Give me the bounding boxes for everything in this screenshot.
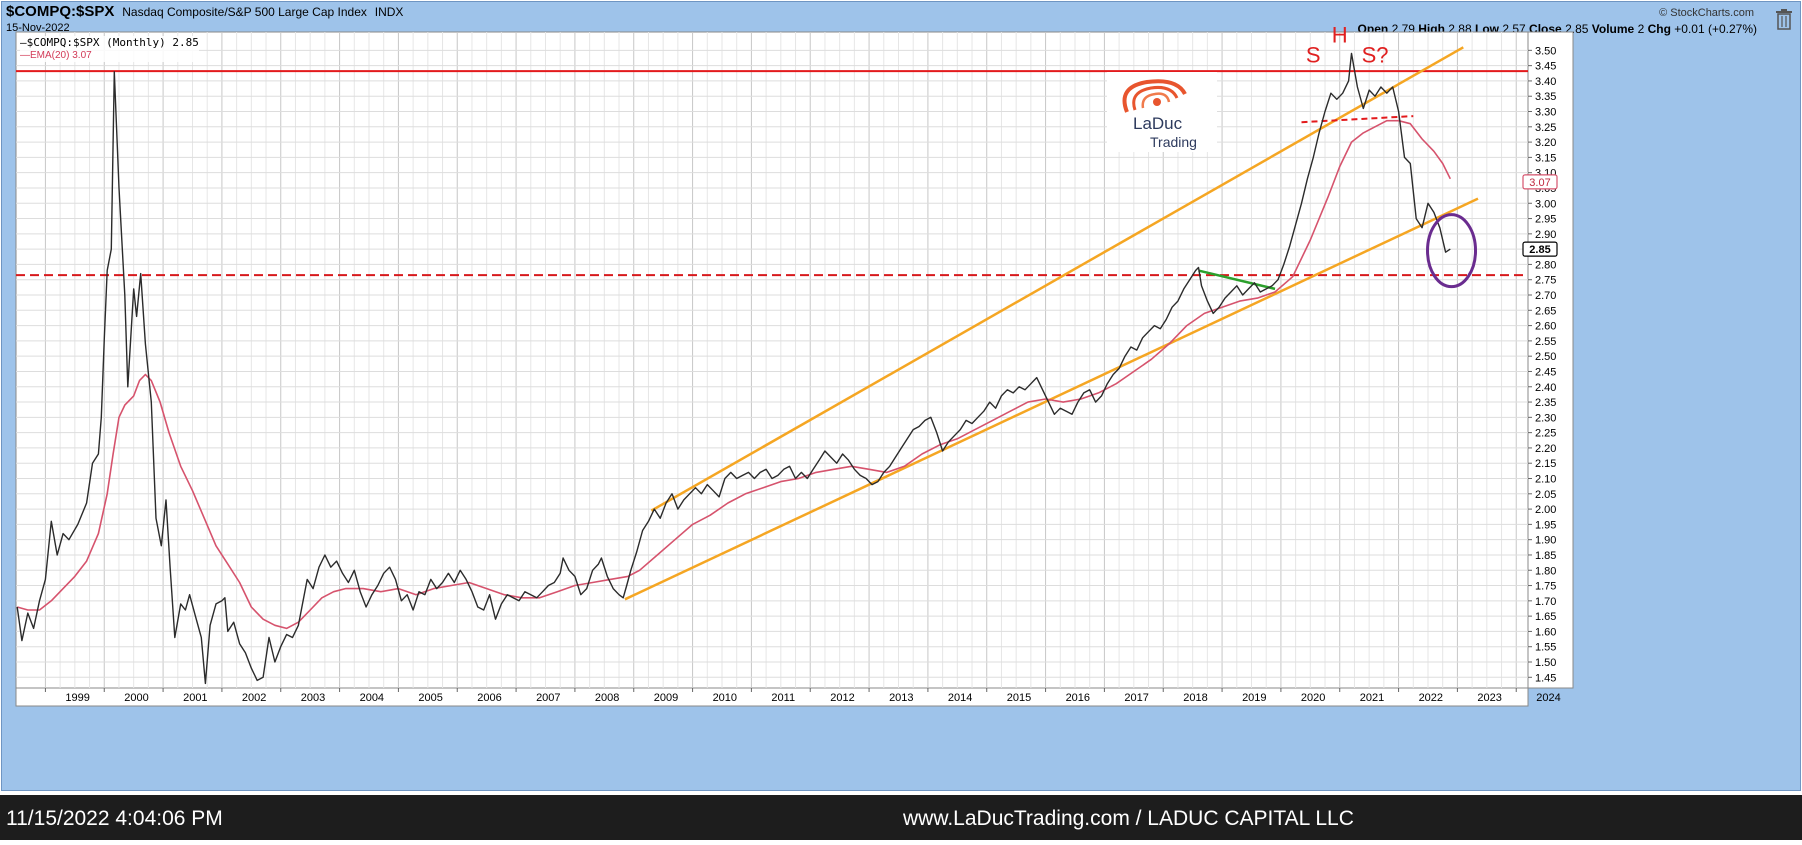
x-tick-label: 2001 (183, 692, 207, 704)
x-tick-label: 2013 (889, 692, 913, 704)
x-tick-label: 2011 (771, 692, 795, 704)
y-tick-label: 1.80 (1535, 565, 1556, 577)
x-tick-label: 2022 (1419, 692, 1443, 704)
annotation-h: H (1332, 23, 1348, 48)
annotation-s: S (1306, 43, 1321, 68)
x-tick-label: 2002 (242, 692, 266, 704)
y-tick-label: 2.30 (1535, 412, 1556, 424)
x-tick-label: 2021 (1360, 692, 1384, 704)
x-tick-label: 2014 (948, 692, 972, 704)
status-bar: 11/15/2022 4:04:06 PM www.LaDucTrading.c… (0, 795, 1802, 840)
y-tick-label: 2.70 (1535, 290, 1556, 302)
x-tick-label: 2019 (1242, 692, 1266, 704)
y-tick-label: 2.95 (1535, 214, 1556, 226)
x-tick-label: 2000 (124, 692, 148, 704)
y-tick-label: 1.90 (1535, 535, 1556, 547)
annotation-sq: S? (1362, 43, 1389, 68)
y-tick-label: 1.75 (1535, 581, 1556, 593)
x-tick-label: 2017 (1124, 692, 1148, 704)
logo-text-laduc: LaDuc (1133, 114, 1183, 133)
x-tick-label: 2018 (1183, 692, 1207, 704)
y-tick-label: 1.60 (1535, 626, 1556, 638)
value-badge-label: 2.85 (1529, 244, 1550, 256)
y-tick-label: 2.80 (1535, 259, 1556, 271)
y-tick-label: 2.00 (1535, 504, 1556, 516)
y-tick-label: 3.25 (1535, 122, 1556, 134)
legend-main-series: —$COMPQ:$SPX (Monthly) 2.85 (20, 36, 199, 49)
y-tick-label: 1.55 (1535, 642, 1556, 654)
y-tick-label: 3.50 (1535, 45, 1556, 57)
chart-svg: 1.45 1.50 1.55 1.60 1.65 1.70 1.75 1.80 1.85 1.90… (15, 23, 1574, 707)
y-tick-label: 3.20 (1535, 137, 1556, 149)
status-site-credit: www.LaDucTrading.com / LADUC CAPITAL LLC (903, 807, 1354, 830)
y-tick-label: 2.50 (1535, 351, 1556, 363)
x-tick-label: 2023 (1477, 692, 1501, 704)
laduc-logo: LaDuc Trading (1107, 72, 1217, 152)
status-timestamp: 11/15/2022 4:04:06 PM (6, 807, 223, 830)
y-tick-label: 2.20 (1535, 443, 1556, 455)
y-tick-label: 2.45 (1535, 366, 1556, 378)
chart-legend: —$COMPQ:$SPX (Monthly) 2.85 —EMA(20) 3.0… (20, 36, 199, 62)
x-tick-label: 2024 (1536, 692, 1560, 704)
y-tick-label: 1.70 (1535, 596, 1556, 608)
y-tick-label: 2.15 (1535, 458, 1556, 470)
y-tick-label: 2.90 (1535, 229, 1556, 241)
x-tick-label: 2003 (301, 692, 325, 704)
x-tick-label: 2020 (1301, 692, 1325, 704)
y-tick-label: 1.95 (1535, 519, 1556, 531)
y-tick-label: 3.30 (1535, 107, 1556, 119)
x-tick-label: 2015 (1007, 692, 1031, 704)
x-tick-label: 2005 (418, 692, 442, 704)
app-root: $COMPQ:$SPX Nasdaq Composite/S&P 500 Lar… (0, 0, 1802, 845)
legend-ema-series: —EMA(20) 3.07 (20, 50, 92, 61)
x-tick-label: 2007 (536, 692, 560, 704)
x-tick-label: 2004 (360, 692, 384, 704)
y-tick-label: 1.65 (1535, 611, 1556, 623)
y-tick-label: 2.65 (1535, 305, 1556, 317)
y-tick-label: 2.05 (1535, 489, 1556, 501)
y-tick-label: 3.15 (1535, 152, 1556, 164)
y-tick-label: 2.75 (1535, 275, 1556, 287)
x-tick-label: 2012 (830, 692, 854, 704)
y-tick-label: 3.00 (1535, 198, 1556, 210)
y-tick-label: 2.55 (1535, 336, 1556, 348)
x-tick-label: 2006 (477, 692, 501, 704)
x-tick-label: 2016 (1066, 692, 1090, 704)
legend-ema-line-icon: — (20, 50, 30, 61)
x-tick-label: 2009 (654, 692, 678, 704)
y-tick-label: 1.50 (1535, 657, 1556, 669)
y-tick-label: 2.10 (1535, 474, 1556, 486)
y-tick-label: 3.40 (1535, 76, 1556, 88)
x-tick-label: 1999 (65, 692, 89, 704)
x-tick-label: 2010 (713, 692, 737, 704)
y-tick-label: 3.35 (1535, 91, 1556, 103)
y-tick-label: 2.25 (1535, 428, 1556, 440)
y-tick-label: 1.45 (1535, 672, 1556, 684)
logo-text-trading: Trading (1150, 134, 1197, 150)
legend-line-icon: — (20, 36, 27, 49)
y-tick-label: 3.45 (1535, 61, 1556, 73)
y-tick-label: 2.40 (1535, 382, 1556, 394)
y-tick-label: 2.35 (1535, 397, 1556, 409)
value-badge-label: 3.07 (1529, 177, 1550, 189)
x-tick-label: 2008 (595, 692, 619, 704)
y-tick-label: 1.85 (1535, 550, 1556, 562)
y-tick-label: 2.60 (1535, 321, 1556, 333)
